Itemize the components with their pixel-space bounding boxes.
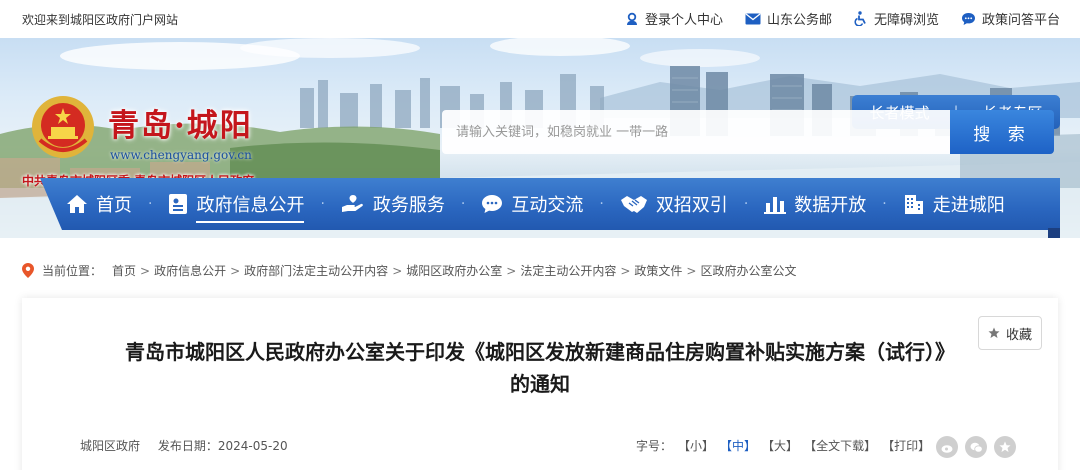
- accessibility-label: 无障碍浏览: [873, 13, 939, 28]
- article-meta: 城阳区政府 发布日期：2024-05-20: [80, 437, 288, 454]
- article-tools: 字号： 【小】 【中】 【大】 【全文下载】 【打印】: [636, 437, 936, 454]
- document-icon: [169, 194, 188, 214]
- font-size-large[interactable]: 【大】: [762, 437, 798, 454]
- weibo-share-button[interactable]: [936, 436, 958, 458]
- nav-separator: ·: [148, 196, 153, 212]
- mail-link[interactable]: 山东公务邮: [745, 9, 832, 28]
- nav-item-open-data[interactable]: 数据开放: [764, 178, 866, 230]
- breadcrumb-item[interactable]: 政策文件: [634, 262, 682, 279]
- building-icon: [904, 195, 923, 214]
- search-button[interactable]: 搜 索: [950, 110, 1054, 154]
- font-size-medium[interactable]: 【中】: [720, 437, 756, 454]
- nav-label-open-data: 数据开放: [794, 195, 867, 216]
- breadcrumb-item[interactable]: 法定主动公开内容: [520, 262, 616, 279]
- nav-label-interaction: 互动交流: [511, 195, 584, 216]
- nav-label-gov-info: 政府信息公开: [196, 191, 305, 223]
- nav-item-about[interactable]: 走进城阳: [903, 178, 1005, 230]
- wechat-icon: [970, 442, 983, 453]
- nav-item-investment[interactable]: 双招双引: [620, 178, 728, 230]
- login-link[interactable]: 登录个人中心: [625, 9, 723, 28]
- user-icon: [626, 12, 637, 25]
- welcome-text: 欢迎来到城阳区政府门户网站: [22, 13, 179, 27]
- service-hand-icon: [341, 195, 363, 212]
- accessibility-link[interactable]: 无障碍浏览: [854, 9, 939, 28]
- site-url: www.chengyang.gov.cn: [110, 148, 252, 162]
- breadcrumb: 当前位置： 首页 > 政府信息公开 > 政府部门法定主动公开内容 > 城阳区政府…: [22, 262, 797, 279]
- publish-date-label: 发布日期：: [157, 439, 218, 453]
- breadcrumb-item[interactable]: 城阳区政府办公室: [406, 262, 502, 279]
- font-size-label: 字号：: [636, 439, 673, 453]
- top-links: 登录个人中心 山东公务邮 无障碍浏览 政策问答平台: [603, 9, 1060, 28]
- breadcrumb-arrow: >: [140, 263, 151, 278]
- nav-item-gov-info[interactable]: 政府信息公开: [168, 178, 305, 230]
- breadcrumb-item[interactable]: 政府信息公开: [154, 262, 226, 279]
- nav-separator: ·: [460, 196, 466, 212]
- breadcrumb-arrow: >: [620, 263, 631, 278]
- breadcrumb-item[interactable]: 首页: [112, 262, 136, 279]
- nav-separator: ·: [599, 196, 604, 212]
- national-emblem-icon: [32, 96, 94, 158]
- mail-label: 山东公务邮: [766, 13, 832, 28]
- nav-label-home: 首页: [96, 195, 132, 216]
- bar-chart-icon: [764, 197, 787, 214]
- login-label: 登录个人中心: [644, 13, 723, 28]
- nav-separator: ·: [320, 196, 325, 212]
- nav-label-about: 走进城阳: [932, 195, 1005, 216]
- nav-label-investment: 双招双引: [655, 195, 728, 216]
- policy-qa-link[interactable]: 政策问答平台: [961, 9, 1060, 28]
- nav-item-home[interactable]: 首页: [66, 178, 132, 230]
- search-bar: 搜 索: [442, 110, 1054, 154]
- breadcrumb-item[interactable]: 政府部门法定主动公开内容: [244, 262, 388, 279]
- accessibility-icon: [854, 11, 866, 26]
- nav-item-interaction[interactable]: 互动交流: [481, 178, 583, 230]
- nav-separator: ·: [743, 196, 749, 212]
- chat-bubble-icon: [482, 195, 503, 213]
- article-source: 城阳区政府: [80, 439, 141, 453]
- weibo-icon: [941, 444, 952, 453]
- article-title-line2: 的通知: [510, 372, 570, 396]
- breadcrumb-arrow: >: [506, 263, 517, 278]
- nav-separator: ·: [882, 196, 887, 212]
- download-full-text[interactable]: 【全文下载】: [804, 437, 876, 454]
- chat-icon: [961, 12, 975, 25]
- policy-qa-label: 政策问答平台: [981, 13, 1060, 28]
- top-utility-bar: 欢迎来到城阳区政府门户网站 登录个人中心 山东公务邮 无障碍浏览 政策问答平台: [0, 0, 1080, 38]
- breadcrumb-arrow: >: [392, 263, 403, 278]
- mail-icon: [745, 12, 761, 24]
- breadcrumb-item[interactable]: 区政府办公室公文: [700, 262, 796, 279]
- nav-item-services[interactable]: 政务服务: [341, 178, 445, 230]
- print-button[interactable]: 【打印】: [882, 437, 930, 454]
- article-title: 青岛市城阳区人民政府办公室关于印发《城阳区发放新建商品住房购置补贴实施方案（试行…: [60, 336, 1020, 400]
- wechat-share-button[interactable]: [965, 436, 987, 458]
- nav-label-services: 政务服务: [372, 195, 445, 216]
- search-input[interactable]: [442, 110, 950, 154]
- breadcrumb-arrow: >: [230, 263, 241, 278]
- site-title: 青岛·城阳: [108, 108, 253, 144]
- star-icon: [999, 441, 1011, 452]
- font-size-small[interactable]: 【小】: [678, 437, 714, 454]
- main-nav: 首页 · 政府信息公开 · 政务服务 · 互动交流 · 双招双引 · 数据开放 …: [40, 178, 1060, 230]
- article-title-line1: 青岛市城阳区人民政府办公室关于印发《城阳区发放新建商品住房购置补贴实施方案（试行…: [125, 340, 955, 364]
- publish-date: 2024-05-20: [217, 439, 288, 453]
- breadcrumb-arrow: >: [686, 263, 697, 278]
- favorite-share-button[interactable]: [994, 436, 1016, 458]
- share-buttons: [936, 436, 1023, 458]
- breadcrumb-lead: 当前位置：: [42, 264, 103, 278]
- location-pin-icon: [22, 263, 34, 278]
- handshake-icon: [620, 196, 647, 213]
- home-icon: [67, 195, 87, 213]
